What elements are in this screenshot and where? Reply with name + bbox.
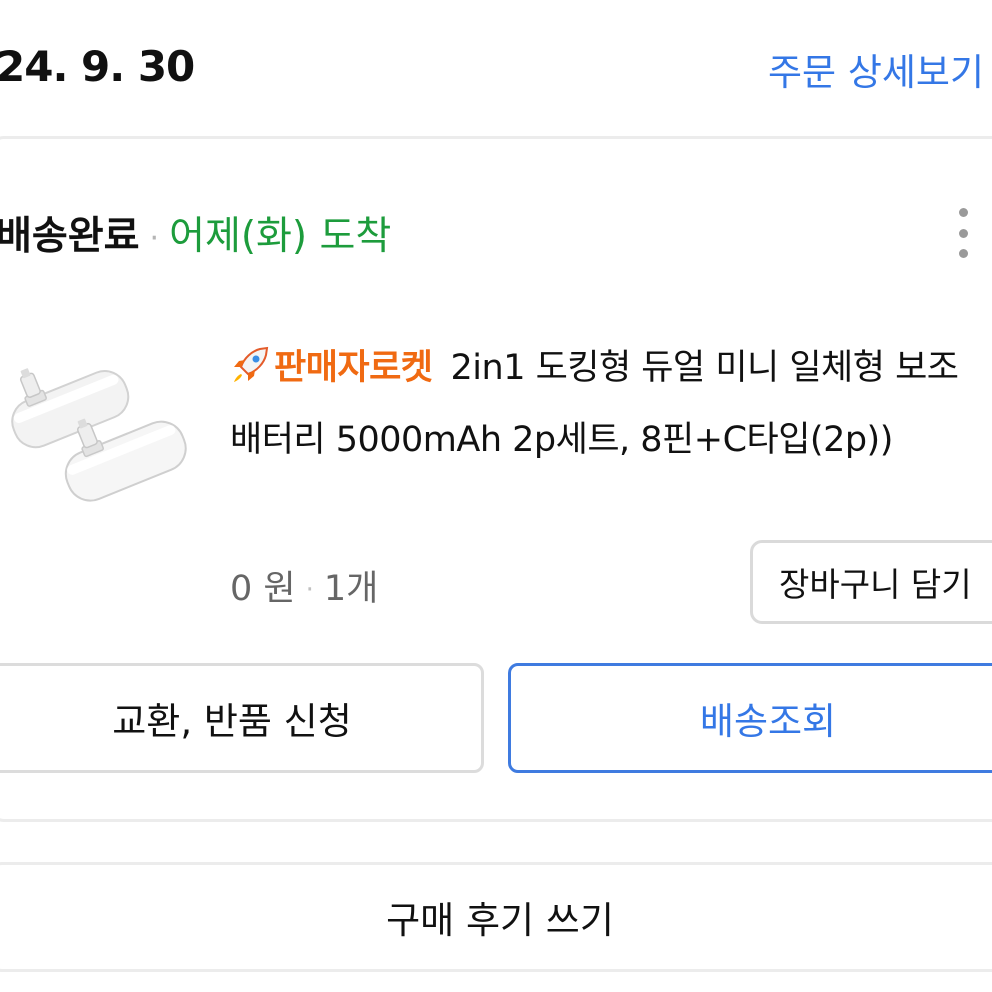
add-to-cart-button[interactable]: 장바구니 담기	[750, 540, 992, 624]
price-quantity: 0 원 · 1개	[230, 560, 378, 611]
arrival-date: 어제(화) 도착	[169, 214, 392, 259]
seller-rocket-label: 판매자로켓	[274, 348, 433, 388]
delivery-status-line: 배송완료 · 어제(화) 도착	[0, 205, 391, 261]
price-separator: ·	[305, 575, 314, 605]
exchange-return-button[interactable]: 교환, 반품 신청	[0, 663, 484, 773]
product-title[interactable]: 판매자로켓 2in1 도킹형 듀얼 미니 일체형 보조배터리 5000mAh 2p…	[230, 332, 980, 476]
rocket-icon	[230, 338, 270, 382]
status-separator: ·	[149, 221, 160, 256]
write-review-button[interactable]: 구매 후기 쓰기	[0, 862, 992, 972]
order-date: 24. 9. 30	[0, 42, 195, 91]
more-vertical-icon[interactable]	[954, 208, 972, 258]
order-detail-link[interactable]: 주문 상세보기	[768, 42, 984, 96]
product-price: 0 원	[230, 569, 296, 609]
track-delivery-button[interactable]: 배송조회	[508, 663, 992, 773]
product-quantity: 1개	[323, 569, 379, 609]
product-image[interactable]	[0, 335, 190, 515]
delivery-status: 배송완료	[0, 214, 140, 259]
seller-rocket-badge: 판매자로켓	[230, 346, 433, 388]
